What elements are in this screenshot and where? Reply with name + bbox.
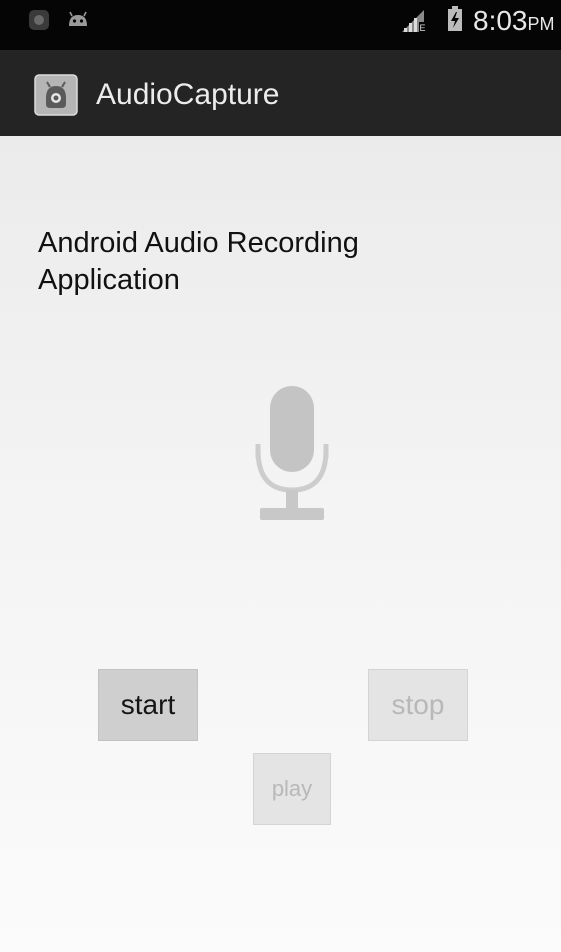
- svg-text:E: E: [420, 23, 426, 33]
- stop-button[interactable]: stop: [368, 669, 468, 741]
- action-bar: AudioCapture: [0, 50, 561, 136]
- page-heading: Android Audio Recording Application: [38, 227, 359, 296]
- app-icon[interactable]: [34, 74, 78, 116]
- play-button[interactable]: play: [253, 753, 331, 825]
- status-clock: 8:03PM: [473, 4, 555, 41]
- start-button[interactable]: start: [98, 669, 198, 741]
- status-bar: E 8:03PM: [0, 0, 561, 50]
- clock-ampm: PM: [527, 14, 555, 34]
- clock-time: 8:03: [473, 5, 528, 36]
- signal-icon: E: [402, 10, 427, 33]
- app-notification-icon: [29, 10, 49, 30]
- main-content: Android Audio Recording Application star…: [0, 136, 561, 952]
- android-notification-icon: [69, 11, 87, 26]
- microphone-icon: [255, 386, 329, 520]
- app-title: AudioCapture: [96, 78, 280, 111]
- battery-icon: [448, 6, 462, 31]
